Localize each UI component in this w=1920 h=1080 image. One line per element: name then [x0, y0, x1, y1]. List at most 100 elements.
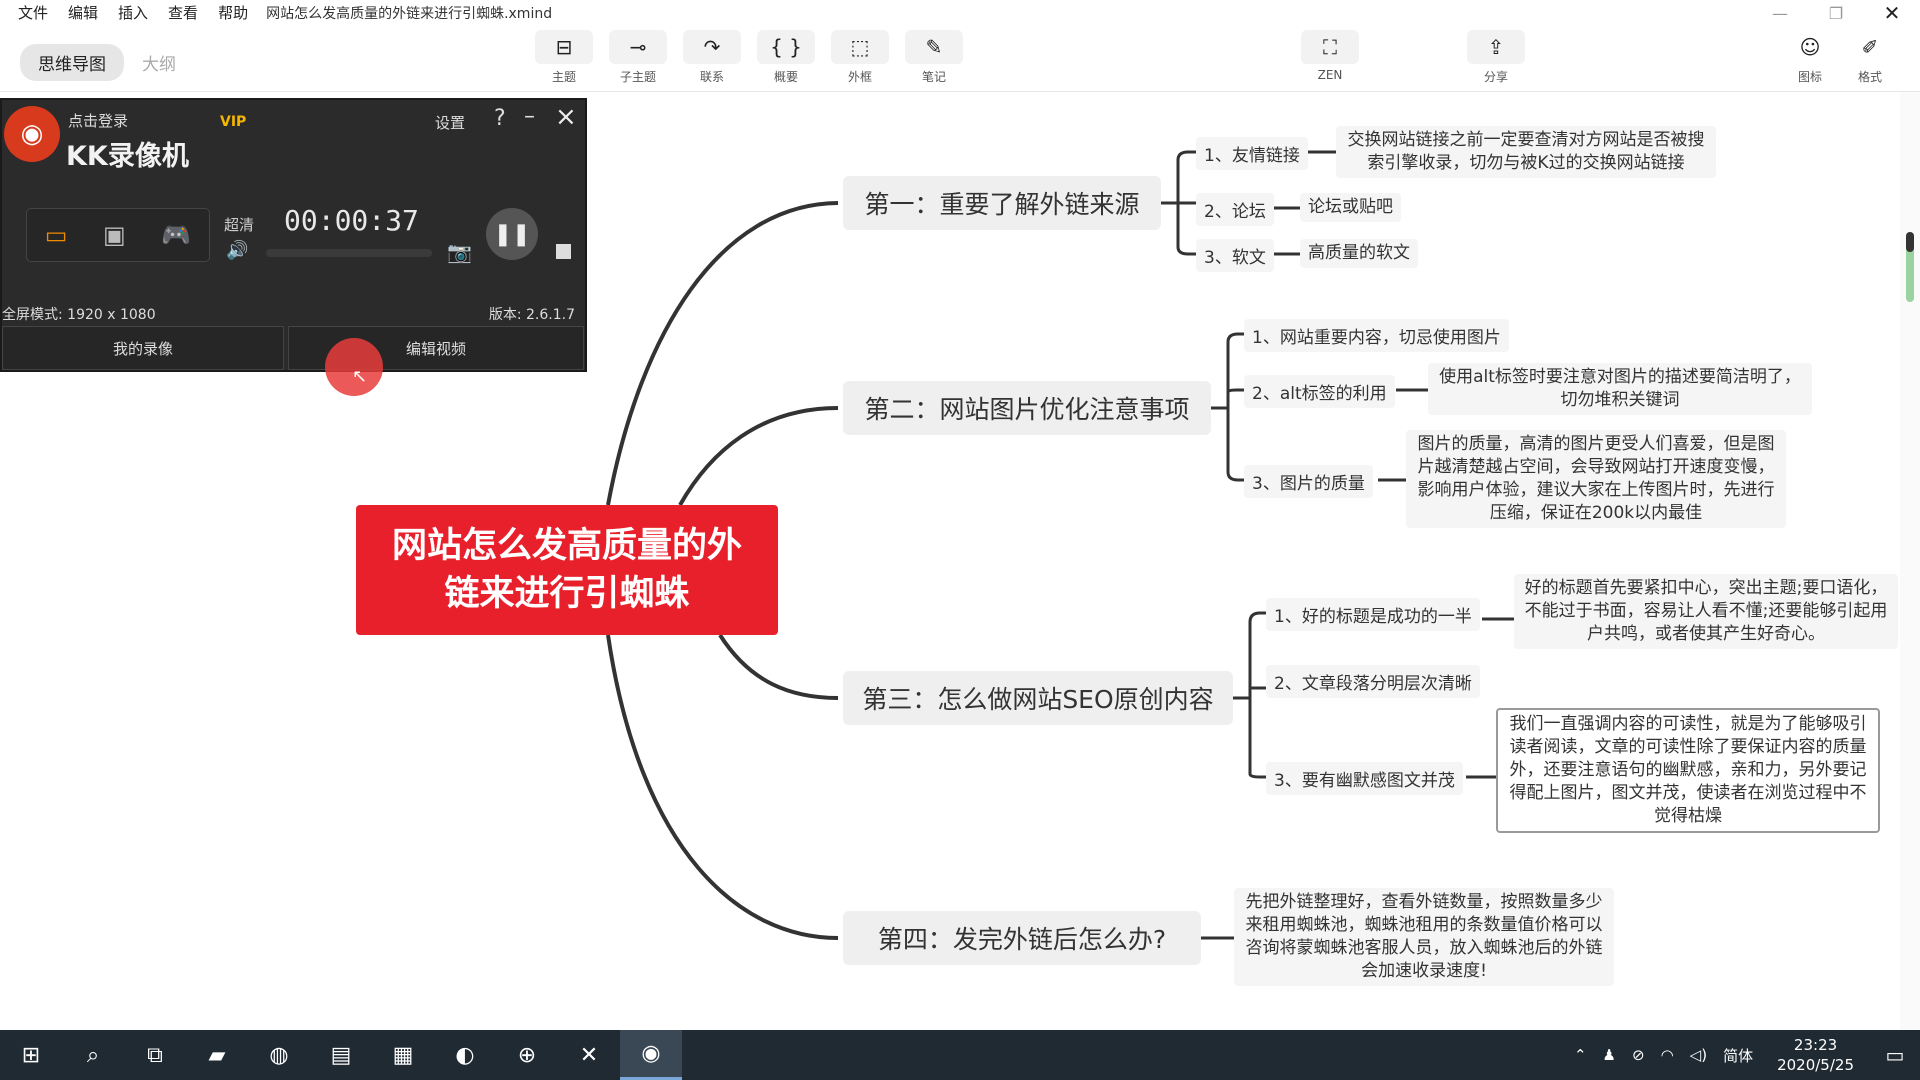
- search-icon[interactable]: ⌕: [62, 1030, 124, 1080]
- icon-tool-button[interactable]: ☺ 图标: [1780, 30, 1840, 85]
- relationship-tool-button[interactable]: ↷ 联系: [682, 30, 742, 85]
- region-mode-icon[interactable]: ▣: [103, 221, 126, 249]
- menu-edit[interactable]: 编辑: [58, 0, 108, 26]
- recorder-close-button[interactable]: ×: [555, 102, 577, 132]
- fullscreen-mode-icon[interactable]: ▭: [45, 221, 68, 249]
- note-icon: ✎: [905, 30, 963, 64]
- speaker-icon[interactable]: ◁): [1682, 1046, 1715, 1064]
- recorder-settings-button[interactable]: 设置: [435, 112, 465, 133]
- app-notes-icon[interactable]: ▰: [186, 1030, 248, 1080]
- camera-icon[interactable]: 📷: [447, 240, 472, 264]
- subtopic-1-1[interactable]: 1、友情链接: [1196, 137, 1308, 170]
- subtopic-3-1[interactable]: 1、好的标题是成功的一半: [1266, 598, 1480, 631]
- app-chrome-icon[interactable]: ◍: [248, 1030, 310, 1080]
- share-icon: ⇪: [1467, 30, 1525, 64]
- tray-network-off-icon[interactable]: ⊘: [1624, 1046, 1653, 1064]
- input-language[interactable]: 简体: [1715, 1045, 1761, 1066]
- app-plus-icon[interactable]: ⊕: [496, 1030, 558, 1080]
- recorder-vip-badge[interactable]: VIP: [220, 114, 246, 130]
- recorder-help-button[interactable]: ?: [494, 106, 506, 131]
- toolbar: 思维导图 大纲 ⊟ 主题 ⊸ 子主题 ↷ 联系 { } 概要 ⬚ 外框 ✎ 笔记…: [0, 26, 1920, 92]
- tray-qq-icon[interactable]: ♟: [1595, 1046, 1624, 1064]
- branch-line-2: [678, 406, 839, 506]
- branch-line-1: [606, 201, 839, 506]
- format-tool-label: 格式: [1857, 70, 1882, 84]
- stop-button[interactable]: [556, 244, 571, 259]
- note-3-3[interactable]: 我们一直强调内容的可读性，就是为了能够吸引读者阅读，文章的可读性除了要保证内容的…: [1496, 708, 1880, 833]
- view-outline-tab[interactable]: 大纲: [124, 44, 194, 81]
- main-topic-2[interactable]: 第二：网站图片优化注意事项: [843, 381, 1211, 435]
- wifi-icon[interactable]: ◠: [1653, 1046, 1682, 1064]
- view-switch: 思维导图 大纲: [20, 44, 194, 81]
- note-1-2[interactable]: 论坛或贴吧: [1300, 193, 1401, 222]
- main-topic-1[interactable]: 第一：重要了解外链来源: [843, 176, 1161, 230]
- main-topic-3[interactable]: 第三：怎么做网站SEO原创内容: [843, 671, 1233, 725]
- recorder-title: KK录像机: [66, 141, 189, 172]
- vertical-scrollbar[interactable]: [1900, 92, 1920, 1030]
- subtopic-2-2[interactable]: 2、alt标签的利用: [1244, 375, 1395, 408]
- start-button[interactable]: ⊞: [0, 1030, 62, 1080]
- app-kk-recorder-icon[interactable]: ◉: [620, 1030, 682, 1080]
- pause-button[interactable]: ❚❚: [486, 208, 538, 260]
- game-mode-icon[interactable]: 🎮: [161, 221, 191, 249]
- subtopic-3-2[interactable]: 2、文章段落分明层次清晰: [1266, 665, 1480, 698]
- app-file-explorer-icon[interactable]: ▤: [310, 1030, 372, 1080]
- branch-line-3: [718, 633, 839, 700]
- notification-icon[interactable]: ▭: [1870, 1043, 1920, 1067]
- recorder-quality-label[interactable]: 超清: [224, 214, 254, 235]
- clock[interactable]: 23:23 2020/5/25: [1761, 1035, 1870, 1075]
- minimize-button[interactable]: —: [1752, 0, 1808, 26]
- recorder-mode-group: ▭ ▣ 🎮: [26, 208, 210, 262]
- restore-button[interactable]: ❐: [1808, 0, 1864, 26]
- subtopic-3-3[interactable]: 3、要有幽默感图文并茂: [1266, 762, 1463, 795]
- menu-file[interactable]: 文件: [0, 0, 58, 26]
- app-xmind-icon[interactable]: ✕: [558, 1030, 620, 1080]
- summary-tool-button[interactable]: { } 概要: [756, 30, 816, 85]
- view-mindmap-tab[interactable]: 思维导图: [20, 44, 124, 81]
- note-tool-button[interactable]: ✎ 笔记: [904, 30, 964, 85]
- subtopic-2-3[interactable]: 3、图片的质量: [1244, 465, 1373, 498]
- note-4[interactable]: 先把外链整理好，查看外链数量，按照数量多少来租用蜘蛛池，蜘蛛池租用的条数量值价格…: [1234, 888, 1614, 986]
- tray-expand-icon[interactable]: ⌃: [1566, 1046, 1595, 1064]
- close-button[interactable]: ✕: [1864, 0, 1920, 26]
- topic-tool-button[interactable]: ⊟ 主题: [534, 30, 594, 85]
- clock-date: 2020/5/25: [1777, 1056, 1854, 1074]
- task-view-icon[interactable]: ⧉: [124, 1030, 186, 1080]
- kk-recorder-logo-icon: ◉: [4, 106, 60, 162]
- subtopic-icon: ⊸: [609, 30, 667, 64]
- menu-insert[interactable]: 插入: [108, 0, 158, 26]
- menu-help[interactable]: 帮助: [208, 0, 258, 26]
- icon-tool-label: 图标: [1797, 70, 1822, 84]
- format-tool-button[interactable]: ✐ 格式: [1840, 30, 1900, 85]
- boundary-tool-button[interactable]: ⬚ 外框: [830, 30, 890, 85]
- my-recordings-button[interactable]: 我的录像: [2, 326, 284, 370]
- topic-tool-label: 主题: [551, 70, 576, 84]
- zen-tool-button[interactable]: ⛶ ZEN: [1300, 30, 1360, 82]
- app-calculator-icon[interactable]: ▦: [372, 1030, 434, 1080]
- note-2-2[interactable]: 使用alt标签时要注意对图片的描述要简洁明了，切勿堆积关键词: [1428, 363, 1812, 415]
- note-1-3[interactable]: 高质量的软文: [1300, 239, 1418, 268]
- window-title: 网站怎么发高质量的外链来进行引蜘蛛.xmind: [266, 6, 553, 22]
- recorder-login-link[interactable]: 点击登录: [68, 110, 128, 131]
- subtopic-1-2[interactable]: 2、论坛: [1196, 193, 1274, 226]
- brush-icon: ✐: [1861, 35, 1879, 59]
- subtopic-2-1[interactable]: 1、网站重要内容，切忌使用图片: [1244, 319, 1509, 352]
- note-2-3[interactable]: 图片的质量，高清的图片更受人们喜爱，但是图片越清楚越占空间，会导致网站打开速度变…: [1406, 430, 1786, 528]
- central-topic[interactable]: 网站怎么发高质量的外链来进行引蜘蛛: [356, 505, 778, 635]
- recorder-minimize-button[interactable]: –: [524, 104, 535, 129]
- main-topic-4[interactable]: 第四：发完外链后怎么办?: [843, 911, 1201, 965]
- boundary-tool-label: 外框: [847, 70, 872, 84]
- menu-view[interactable]: 查看: [158, 0, 208, 26]
- subtopic-tool-button[interactable]: ⊸ 子主题: [608, 30, 668, 85]
- volume-icon[interactable]: 🔊: [226, 240, 248, 261]
- zen-tool-label: ZEN: [1317, 68, 1343, 82]
- app-media-icon[interactable]: ◐: [434, 1030, 496, 1080]
- share-tool-button[interactable]: ⇪ 分享: [1466, 30, 1526, 85]
- kk-recorder-window: ◉ 点击登录 VIP KK录像机 设置 ? – × ▭ ▣ 🎮 超清 🔊 00:…: [0, 98, 587, 372]
- note-3-1[interactable]: 好的标题首先要紧扣中心，突出主题;要口语化，不能过于书面，容易让人看不懂;还要能…: [1514, 574, 1898, 649]
- subtopic-1-3[interactable]: 3、软文: [1196, 239, 1274, 272]
- taskbar: ⊞ ⌕ ⧉ ▰ ◍ ▤ ▦ ◐ ⊕ ✕ ◉ ⌃ ♟ ⊘ ◠ ◁) 简体 23:2…: [0, 1030, 1920, 1080]
- note-1-1[interactable]: 交换网站链接之前一定要查清对方网站是否被搜索引擎收录，切勿与被K过的交换网站链接: [1336, 126, 1716, 178]
- system-tray: ⌃ ♟ ⊘ ◠ ◁) 简体 23:23 2020/5/25 ▭: [1566, 1030, 1920, 1080]
- recorder-volume-bar[interactable]: [266, 249, 432, 257]
